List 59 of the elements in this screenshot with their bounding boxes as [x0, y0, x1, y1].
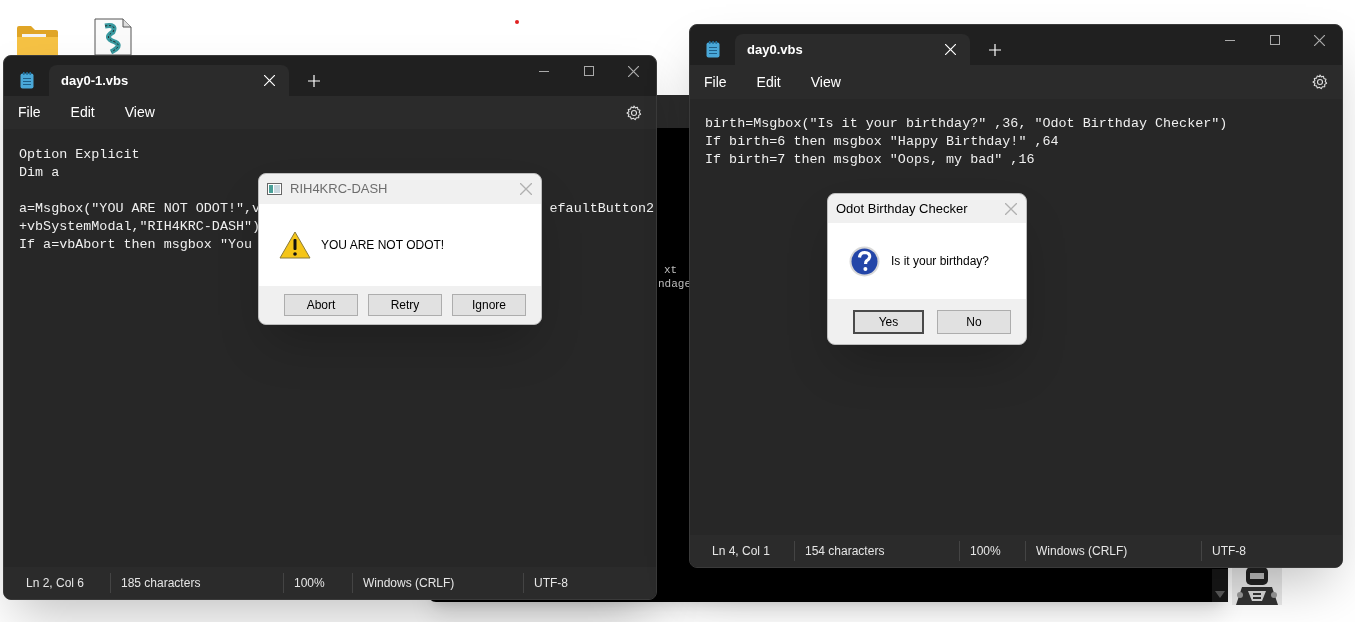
maximize-icon[interactable]: [583, 66, 594, 76]
dot-icon: [515, 20, 519, 24]
code-line: birth=Msgbox("Is it your birthday?" ,36, "Odot Birthday Checker"): [705, 115, 1228, 133]
code-line: Dim a: [19, 164, 60, 182]
menu-item[interactable]: View: [801, 68, 850, 96]
dialog-title: Odot Birthday Checker: [836, 199, 968, 218]
code-line: If birth=7 then msgbox "Oops, my bad" ,16: [705, 151, 1035, 169]
script-file-icon[interactable]: [93, 18, 133, 55]
dialog-button[interactable]: Abort: [284, 294, 358, 316]
warning-icon: [279, 231, 311, 259]
maximize-icon[interactable]: [1269, 35, 1280, 45]
status-text: Ln 2, Col 6: [26, 575, 85, 592]
code-line: Option Explicit: [19, 146, 140, 164]
menu-item[interactable]: View: [115, 99, 164, 126]
dialog-button[interactable]: Ignore: [452, 294, 526, 316]
minimize-icon[interactable]: [538, 70, 549, 72]
code-line: If birth=6 then msgbox "Happy Birthday!" ,64: [705, 133, 1059, 151]
notepad-icon: [19, 72, 34, 89]
menu-item[interactable]: File: [9, 99, 50, 126]
status-text: 100%: [970, 543, 1001, 560]
notepad-icon: [705, 41, 720, 58]
new-tab-icon[interactable]: [989, 44, 1001, 56]
close-tab-icon[interactable]: [264, 75, 275, 86]
new-tab-icon[interactable]: [308, 75, 320, 87]
code-line: If a=vbAbort then msgbox "You: [19, 236, 253, 254]
settings-icon[interactable]: [1312, 74, 1328, 90]
dialog-message: Is it your birthday?: [891, 253, 990, 270]
scrollbar[interactable]: [1212, 569, 1228, 602]
menu-item[interactable]: Edit: [747, 68, 790, 96]
settings-icon[interactable]: [626, 104, 642, 121]
menu-item[interactable]: Edit: [61, 99, 104, 126]
status-text: 185 characters: [121, 575, 201, 592]
file-tab[interactable]: day0-1.vbs: [49, 65, 289, 96]
minimize-icon[interactable]: [1224, 39, 1235, 41]
folder-icon[interactable]: [16, 25, 59, 56]
dialog-button[interactable]: Retry: [368, 294, 442, 316]
status-text: 154 characters: [805, 543, 885, 560]
close-tab-icon[interactable]: [945, 44, 956, 55]
status-text: UTF-8: [1212, 543, 1246, 560]
console-text: ndage: [658, 277, 691, 291]
status-text: UTF-8: [534, 575, 568, 592]
question-icon: [849, 245, 880, 277]
code-line: a=Msgbox("YOU ARE NOT ODOT!",v: [19, 200, 261, 218]
status-text: Windows (CRLF): [363, 575, 455, 592]
close-icon[interactable]: [628, 65, 639, 77]
dialog-message: YOU ARE NOT ODOT!: [321, 237, 445, 254]
menu-item[interactable]: File: [695, 68, 736, 96]
file-tab[interactable]: day0.vbs: [735, 34, 970, 65]
code-line: efaultButton2: [549, 200, 654, 218]
close-icon[interactable]: [1314, 34, 1325, 46]
dialog-button[interactable]: No: [937, 309, 1011, 334]
dialog-button[interactable]: Yes: [853, 309, 924, 334]
status-text: Windows (CRLF): [1036, 543, 1128, 560]
dialog-title: RIH4KRC-DASH: [290, 180, 388, 199]
app-window-icon: [267, 183, 282, 195]
status-text: Ln 4, Col 1: [712, 543, 771, 560]
code-line: +vbSystemModal,"RIH4KRC-DASH"): [19, 218, 261, 236]
console-text: xt: [664, 263, 678, 277]
status-text: 100%: [294, 575, 325, 592]
